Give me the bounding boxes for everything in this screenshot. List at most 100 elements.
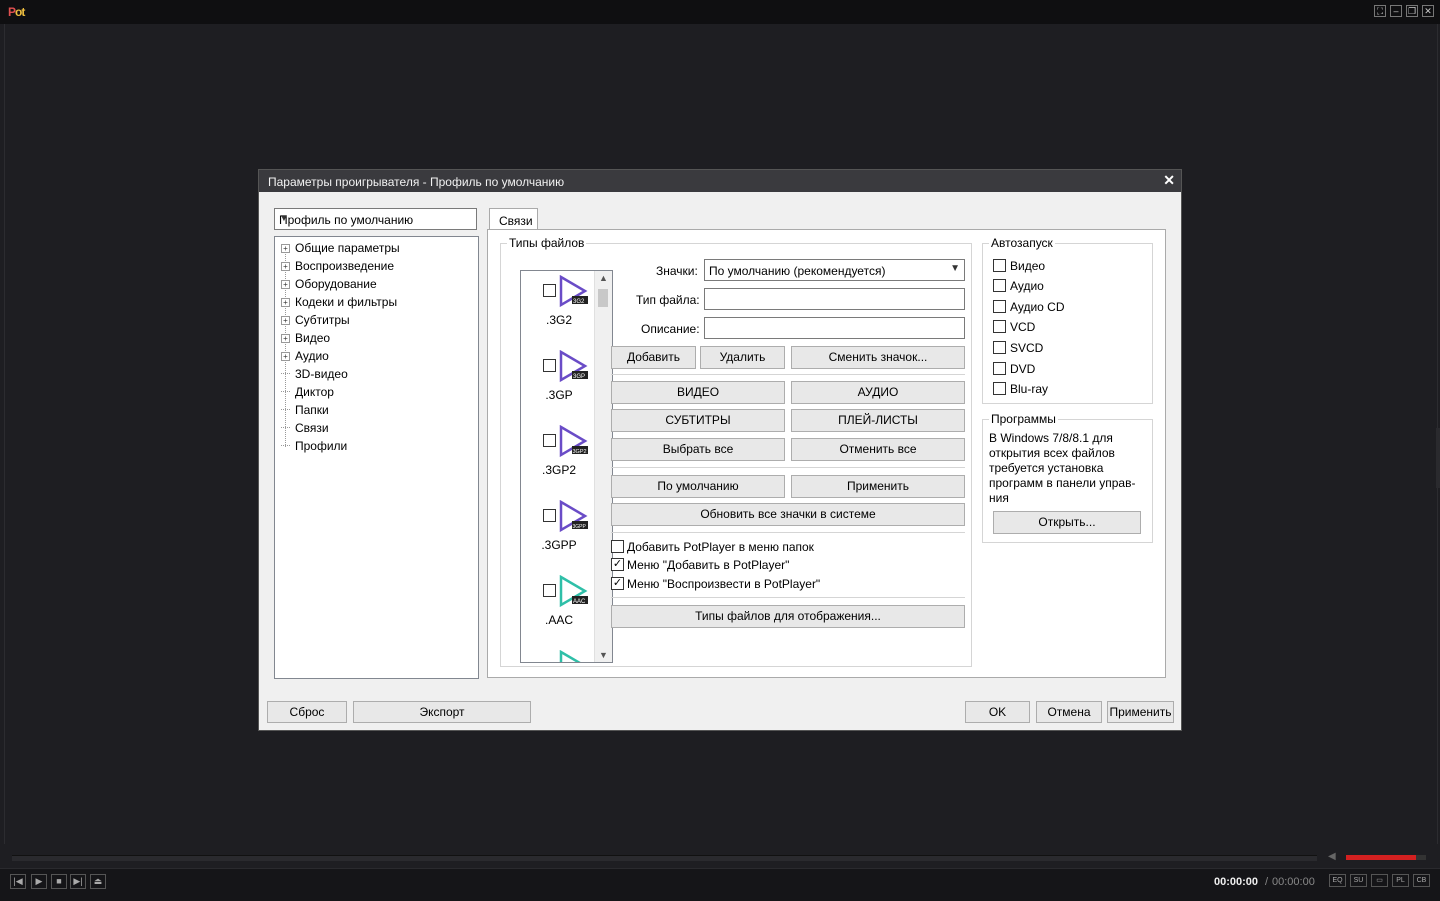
settings-tree[interactable]: + Общие параметры + Воспроизведение + Обору… — [274, 236, 479, 679]
ok-button[interactable]: OK — [965, 701, 1030, 723]
tree-connector — [281, 373, 290, 375]
change-icon-button[interactable]: Сменить значок... — [791, 346, 965, 369]
display-types-button[interactable]: Типы файлов для отображения... — [611, 605, 965, 628]
apply-button[interactable]: Применить — [1107, 701, 1174, 723]
list-item[interactable]: 3GP2 .3GP2 — [521, 421, 597, 496]
stop-icon[interactable]: ■ — [51, 874, 67, 889]
cancel-button[interactable]: Отмена — [1036, 701, 1102, 723]
tree-item-playback[interactable]: + Воспроизведение — [281, 257, 394, 275]
screen-icon[interactable]: ▭ — [1371, 874, 1388, 887]
audio-types-button[interactable]: АУДИО — [791, 381, 965, 404]
previous-icon[interactable]: |◀ — [10, 874, 26, 889]
expand-icon[interactable]: + — [281, 297, 290, 307]
autorun-label: Видео — [1010, 259, 1046, 273]
play-menu-checkbox[interactable]: ✓ — [611, 577, 624, 590]
tree-item-codecs[interactable]: + Кодеки и фильтры — [281, 293, 397, 311]
dialog-titlebar[interactable]: Параметры проигрывателя - Профиль по умо… — [259, 170, 1181, 192]
tree-item-label: Воспроизведение — [295, 259, 395, 273]
file-types-list[interactable]: 3G2 .3G2 3GP .3GP 3GP2 .3GP2 3GPP .3GPP — [520, 270, 613, 663]
tree-item-folders[interactable]: Папки — [281, 401, 329, 419]
side-panel-handle[interactable] — [1436, 428, 1440, 488]
autorun-audio-checkbox[interactable] — [993, 279, 1006, 292]
file-type-input[interactable] — [704, 288, 965, 310]
profile-select[interactable]: Профиль по умолчанию ▼ — [274, 208, 477, 230]
equalizer-button[interactable]: EQ — [1329, 874, 1346, 887]
list-item[interactable]: 3GPP .3GPP — [521, 496, 597, 571]
icons-select[interactable]: По умолчанию (рекомендуется) ▼ — [704, 259, 965, 281]
potplayer-logo[interactable]: Pot — [8, 5, 25, 19]
expand-icon[interactable]: + — [281, 333, 290, 343]
play-icon[interactable]: ▶ — [31, 874, 47, 889]
autorun-bluray-checkbox[interactable] — [993, 382, 1006, 395]
tree-item-audio[interactable]: + Аудио — [281, 347, 329, 365]
tree-item-profiles[interactable]: Профили — [281, 437, 347, 455]
list-item[interactable]: AAC .AAC — [521, 571, 597, 646]
autorun-dvd-checkbox[interactable] — [993, 362, 1006, 375]
autorun-svcd-checkbox[interactable] — [993, 341, 1006, 354]
eject-icon[interactable]: ⏏ — [90, 874, 106, 889]
control-box-button[interactable]: CB — [1413, 874, 1430, 887]
file-type-checkbox[interactable] — [543, 584, 556, 597]
autorun-vcd-checkbox[interactable] — [993, 320, 1006, 333]
tree-item-general[interactable]: + Общие параметры — [281, 239, 400, 257]
remove-button[interactable]: Удалить — [700, 346, 785, 369]
refresh-icons-button[interactable]: Обновить все значки в системе — [611, 503, 965, 526]
seek-bar[interactable] — [12, 855, 1317, 861]
scroll-down-icon[interactable]: ▼ — [599, 650, 608, 660]
tree-item-hardware[interactable]: + Оборудование — [281, 275, 377, 293]
reset-button[interactable]: Сброс — [267, 701, 347, 723]
play-file-icon: 3GP — [559, 350, 588, 383]
file-type-ext: .AAC — [544, 613, 573, 627]
tree-item-subtitles[interactable]: + Субтитры — [281, 311, 350, 329]
add-menu-checkbox[interactable]: ✓ — [611, 558, 624, 571]
expand-icon[interactable]: + — [281, 351, 290, 361]
file-type-checkbox[interactable] — [543, 509, 556, 522]
autorun-audiocd-checkbox[interactable] — [993, 300, 1006, 313]
open-programs-button[interactable]: Открыть... — [993, 511, 1141, 534]
list-item[interactable]: 3GP .3GP — [521, 346, 597, 421]
playlists-types-button[interactable]: ПЛЕЙ-ЛИСТЫ — [791, 409, 965, 432]
file-type-checkbox[interactable] — [543, 284, 556, 297]
file-type-checkbox[interactable] — [543, 359, 556, 372]
list-item-partial[interactable] — [521, 646, 597, 662]
close-icon[interactable]: ✕ — [1163, 172, 1175, 189]
expand-icon[interactable]: + — [281, 261, 290, 271]
file-type-checkbox[interactable] — [543, 434, 556, 447]
default-button[interactable]: По умолчанию — [611, 475, 785, 498]
subtitle-button[interactable]: SU — [1350, 874, 1367, 887]
select-all-button[interactable]: Выбрать все — [611, 438, 785, 461]
expand-icon[interactable]: + — [281, 315, 290, 325]
deselect-all-button[interactable]: Отменить все — [791, 438, 965, 461]
restore-icon[interactable]: ❐ — [1406, 5, 1418, 17]
tab-associations[interactable]: Связи — [489, 208, 538, 230]
folder-menu-checkbox[interactable] — [611, 540, 624, 553]
tree-item-associations[interactable]: Связи — [281, 419, 329, 437]
playlist-button[interactable]: PL — [1392, 874, 1409, 887]
subtitles-types-button[interactable]: СУБТИТРЫ — [611, 409, 785, 432]
autorun-video-checkbox[interactable] — [993, 259, 1006, 272]
export-button[interactable]: Экспорт — [353, 701, 531, 723]
tree-item-video[interactable]: + Видео — [281, 329, 330, 347]
add-button[interactable]: Добавить — [611, 346, 696, 369]
list-item[interactable]: 3G2 .3G2 — [521, 271, 597, 346]
expand-icon[interactable]: + — [281, 243, 290, 253]
scroll-up-icon[interactable]: ▲ — [599, 273, 608, 283]
expand-icon[interactable]: + — [281, 279, 290, 289]
video-types-button[interactable]: ВИДЕО — [611, 381, 785, 404]
speaker-icon[interactable]: ◀ — [1328, 851, 1336, 862]
fullscreen-icon[interactable]: ⛶ — [1374, 5, 1386, 17]
tree-item-3d-video[interactable]: 3D-видео — [281, 365, 348, 383]
tree-item-label: Связи — [295, 421, 329, 435]
scroll-thumb[interactable] — [598, 289, 608, 307]
time-current: 00:00:00 — [1214, 876, 1259, 888]
close-icon[interactable]: ✕ — [1422, 5, 1434, 17]
tree-item-narrator[interactable]: Диктор — [281, 383, 334, 401]
minimize-icon[interactable]: – — [1390, 5, 1402, 17]
next-icon[interactable]: ▶| — [70, 874, 86, 889]
apply-associations-button[interactable]: Применить — [791, 475, 965, 498]
chevron-down-icon: ▼ — [279, 213, 289, 224]
description-input[interactable] — [704, 317, 965, 339]
volume-slider[interactable] — [1346, 855, 1426, 860]
group-label: Типы файлов — [507, 236, 587, 250]
list-scrollbar[interactable]: ▲ ▼ — [594, 271, 612, 662]
